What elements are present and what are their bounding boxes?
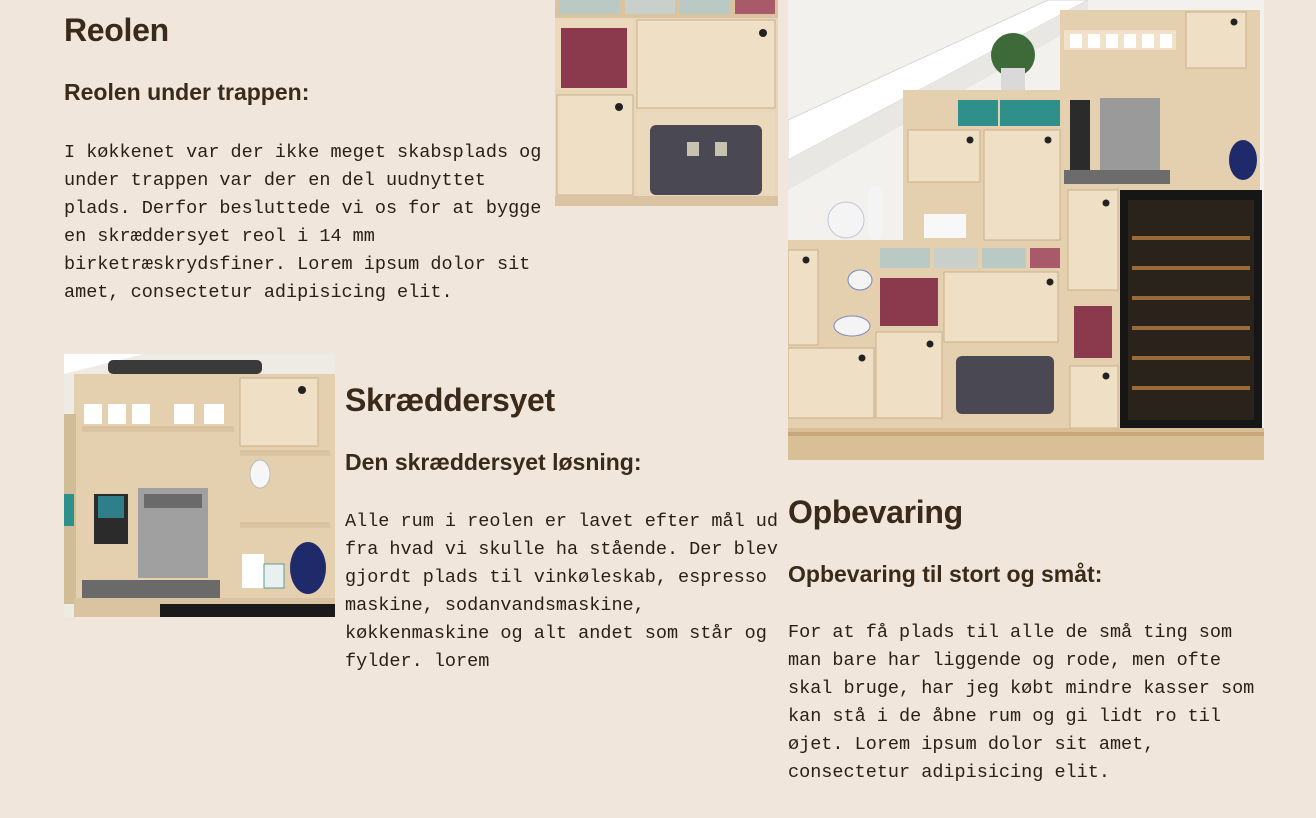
under-stairs-shelf-photo <box>788 0 1264 460</box>
section-subtitle-opbevaring: Opbevaring til stort og småt: <box>788 561 1103 587</box>
section-body-reolen: I køkkenet var der ikke meget skabsplads… <box>64 142 542 303</box>
section-subtitle-skraeddersyet: Den skræddersyet løsning: <box>345 449 642 475</box>
shelf-detail-photo <box>555 0 778 206</box>
section-body-opbevaring: For at få plads til alle de små ting som… <box>788 622 1255 783</box>
section-title-skraeddersyet: Skræddersyet <box>345 382 555 418</box>
espresso-corner-photo <box>64 354 335 617</box>
section-subtitle-reolen: Reolen under trappen: <box>64 79 310 105</box>
section-title-opbevaring: Opbevaring <box>788 494 963 530</box>
section-body-skraeddersyet: Alle rum i reolen er lavet efter mål ud … <box>345 511 778 672</box>
section-title-reolen: Reolen <box>64 12 169 48</box>
